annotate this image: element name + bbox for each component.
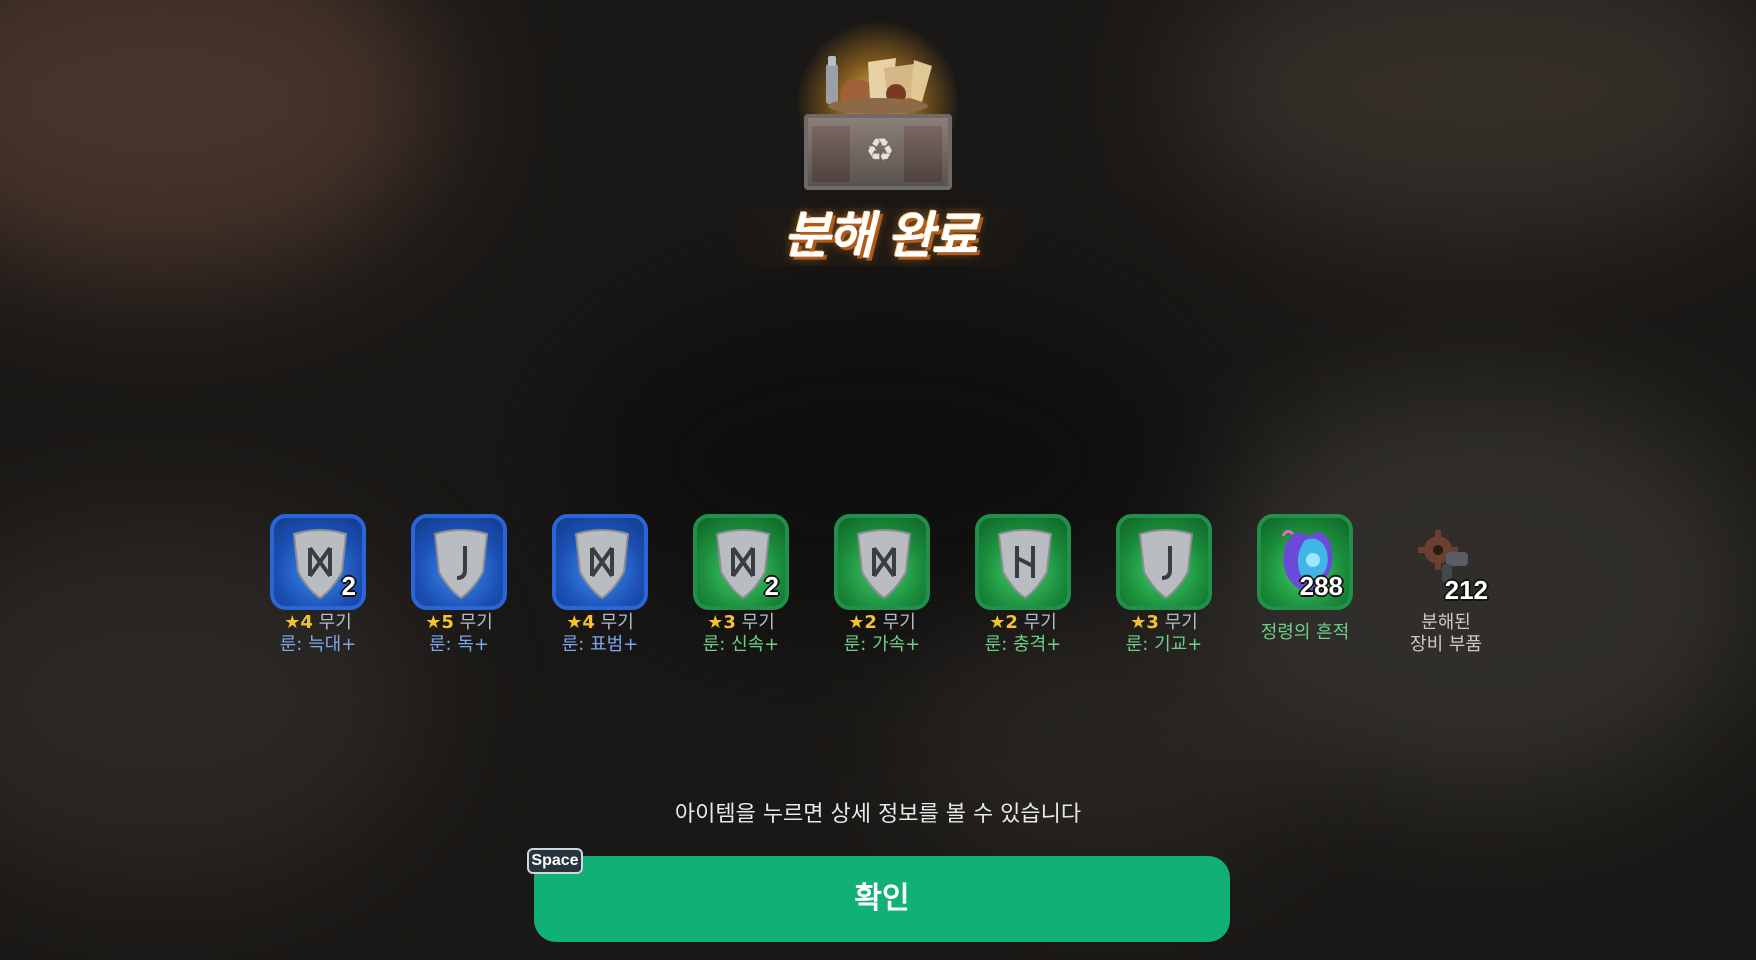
star-grade: ★3 bbox=[707, 612, 736, 633]
item-name: 정령의 흔적 bbox=[1260, 622, 1350, 643]
star-grade: ★2 bbox=[848, 612, 877, 633]
rune-name: 룬: 기교+ bbox=[1125, 634, 1203, 655]
reward-tile[interactable] bbox=[834, 514, 930, 610]
chest-box: ♻ bbox=[804, 114, 952, 190]
item-type: 무기 bbox=[1164, 612, 1198, 633]
recycle-icon: ♻ bbox=[865, 131, 895, 169]
rune-name: 룬: 독+ bbox=[429, 634, 489, 655]
item-quantity: 2 bbox=[341, 571, 356, 601]
reward-tile[interactable] bbox=[975, 514, 1071, 610]
item-label: ★5 무기 룬: 독+ bbox=[389, 612, 529, 656]
item-label: ★4 무기 룬: 표범+ bbox=[530, 612, 670, 656]
item-type: 무기 bbox=[459, 612, 493, 633]
reward-tile[interactable]: 212 bbox=[1398, 514, 1494, 610]
item-type: 무기 bbox=[600, 612, 634, 633]
rune-stone-icon bbox=[574, 529, 630, 600]
item-name-line1: 분해된 bbox=[1421, 612, 1471, 633]
reward-item[interactable]: 288 정령의 흔적 bbox=[1235, 512, 1375, 662]
item-quantity: 212 bbox=[1444, 575, 1488, 605]
rune-stone-icon bbox=[1138, 529, 1194, 600]
item-label: ★2 무기 룬: 충격+ bbox=[953, 612, 1093, 656]
reward-tile[interactable] bbox=[1116, 514, 1212, 610]
star-grade: ★4 bbox=[566, 612, 595, 633]
rune-name: 룬: 신속+ bbox=[702, 634, 780, 655]
reward-item[interactable]: ★2 무기 룬: 충격+ bbox=[953, 512, 1093, 662]
star-grade: ★3 bbox=[1130, 612, 1159, 633]
item-label: 정령의 흔적 bbox=[1235, 622, 1375, 644]
star-grade: ★2 bbox=[989, 612, 1018, 633]
reward-tile[interactable]: 2 bbox=[270, 514, 366, 610]
rune-stone-icon bbox=[997, 529, 1053, 600]
confirm-button[interactable]: 확인 bbox=[534, 856, 1230, 942]
star-grade: ★4 bbox=[284, 612, 313, 633]
loot-pile-icon bbox=[826, 56, 932, 114]
item-label: ★3 무기 룬: 신속+ bbox=[671, 612, 811, 656]
page-title: 분해 완료 bbox=[784, 207, 977, 265]
item-quantity: 288 bbox=[1299, 571, 1343, 601]
item-label: ★3 무기 룬: 기교+ bbox=[1094, 612, 1234, 656]
reward-item[interactable]: ★2 무기 룬: 가속+ bbox=[812, 512, 952, 662]
item-quantity: 2 bbox=[764, 571, 779, 601]
reward-item[interactable]: ★3 무기 룬: 기교+ bbox=[1094, 512, 1234, 662]
star-grade: ★5 bbox=[425, 612, 454, 633]
reward-item[interactable]: 2 ★4 무기 룬: 늑대+ bbox=[248, 512, 388, 662]
rune-name: 룬: 표범+ bbox=[561, 634, 639, 655]
item-type: 무기 bbox=[882, 612, 916, 633]
reward-item[interactable]: ★4 무기 룬: 표범+ bbox=[530, 512, 670, 662]
rune-stone-icon bbox=[433, 529, 489, 600]
disassembly-result-screen: ♻ 분해 완료 2 ★4 무기 룬: 늑대+ ★5 무기 룬: 독+ ★4 무기… bbox=[0, 0, 1756, 960]
rune-name: 룬: 늑대+ bbox=[279, 634, 357, 655]
background-blur bbox=[1180, 0, 1756, 240]
item-type: 무기 bbox=[318, 612, 352, 633]
reward-item[interactable]: 212 분해된 장비 부품 bbox=[1376, 512, 1516, 662]
recycle-chest-icon: ♻ bbox=[778, 18, 978, 198]
reward-item[interactable]: 2 ★3 무기 룬: 신속+ bbox=[671, 512, 811, 662]
item-label: ★4 무기 룬: 늑대+ bbox=[248, 612, 388, 656]
item-type: 무기 bbox=[741, 612, 775, 633]
rune-name: 룬: 가속+ bbox=[843, 634, 921, 655]
reward-tile[interactable]: 2 bbox=[693, 514, 789, 610]
item-label: 분해된 장비 부품 bbox=[1376, 612, 1516, 656]
space-key-badge: Space bbox=[527, 848, 583, 874]
rune-name: 룬: 충격+ bbox=[984, 634, 1062, 655]
reward-item[interactable]: ★5 무기 룬: 독+ bbox=[389, 512, 529, 662]
reward-tile[interactable]: 288 bbox=[1257, 514, 1353, 610]
background-blur bbox=[0, 0, 440, 280]
reward-tile[interactable] bbox=[552, 514, 648, 610]
item-name-line2: 장비 부품 bbox=[1410, 634, 1482, 655]
rune-stone-icon bbox=[856, 529, 912, 600]
item-type: 무기 bbox=[1023, 612, 1057, 633]
hint-text: 아이템을 누르면 상세 정보를 볼 수 있습니다 bbox=[674, 802, 1082, 827]
reward-tile[interactable] bbox=[411, 514, 507, 610]
item-label: ★2 무기 룬: 가속+ bbox=[812, 612, 952, 656]
